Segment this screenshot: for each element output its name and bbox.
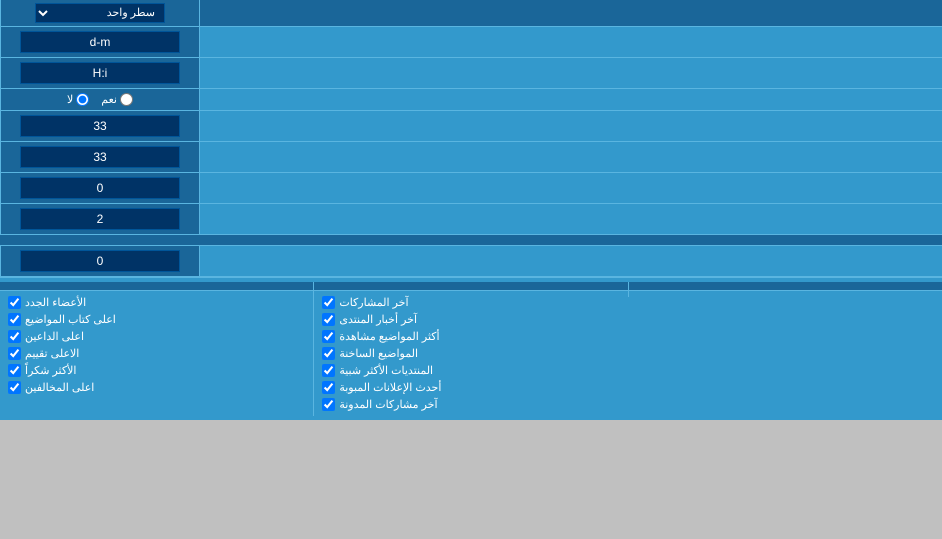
- bottom-content-row: آخر المشاركات آخر أخبار المنتدى أكثر الموا…: [0, 291, 942, 416]
- cell-spacing-input-cell: [0, 204, 200, 234]
- radio-yes[interactable]: [120, 93, 133, 106]
- cell-spacing-label: [200, 204, 942, 234]
- username-limit-row: [0, 173, 942, 204]
- list-item[interactable]: اعلى كتاب المواضيع: [8, 311, 305, 328]
- topic-limit-row: [0, 111, 942, 142]
- topic-limit-input[interactable]: [20, 115, 180, 137]
- list-item[interactable]: المنتديات الأكثر شبية: [322, 362, 619, 379]
- list-item[interactable]: أكثر المواضيع مشاهدة: [322, 328, 619, 345]
- checkbox-label: آخر المشاركات: [339, 296, 408, 309]
- bold-remove-row: نعم لا: [0, 89, 942, 111]
- checkbox-label: اعلى الداعين: [25, 330, 84, 343]
- col1-header: [313, 282, 627, 290]
- date-format-input[interactable]: [20, 31, 180, 53]
- list-item[interactable]: الأكثر شكراً: [8, 362, 305, 379]
- forum-stats-col: آخر المشاركات آخر أخبار المنتدى أكثر الموا…: [313, 291, 627, 416]
- top-header-row: سطر واحد: [0, 0, 942, 27]
- username-limit-label: [200, 173, 942, 203]
- forum-limit-row: [0, 142, 942, 173]
- checkbox-label: المواضيع الساخنة: [339, 347, 418, 360]
- time-format-label: [200, 58, 942, 88]
- time-format-input[interactable]: [20, 62, 180, 84]
- cell-spacing-input[interactable]: [20, 208, 180, 230]
- checkbox[interactable]: [8, 313, 21, 326]
- topic-limit-label: [200, 111, 942, 141]
- bottom-header-row: [0, 282, 942, 291]
- checkbox-label: اعلى المخالفين: [25, 381, 94, 394]
- time-format-input-cell: [0, 58, 200, 88]
- checkbox-label: الاعلى تقييم: [25, 347, 79, 360]
- checkbox[interactable]: [322, 381, 335, 394]
- checkbox[interactable]: [8, 296, 21, 309]
- bottom-section: آخر المشاركات آخر أخبار المنتدى أكثر الموا…: [0, 277, 942, 420]
- checkbox[interactable]: [322, 347, 335, 360]
- forum-limit-input-cell: [0, 142, 200, 172]
- forum-limit-label: [200, 142, 942, 172]
- bottom-label-col: [628, 291, 942, 297]
- checkbox[interactable]: [8, 347, 21, 360]
- time-cut-row: [0, 246, 942, 277]
- checkbox[interactable]: [8, 330, 21, 343]
- checkbox-label: أحدث الإعلانات المبوبة: [339, 381, 441, 394]
- date-format-label: [200, 27, 942, 57]
- checkbox[interactable]: [322, 313, 335, 326]
- time-format-row: [0, 58, 942, 89]
- list-item[interactable]: أحدث الإعلانات المبوبة: [322, 379, 619, 396]
- list-item[interactable]: آخر المشاركات: [322, 294, 619, 311]
- topic-limit-input-cell: [0, 111, 200, 141]
- checkbox-label: الأعضاء الجدد: [25, 296, 86, 309]
- forum-limit-input[interactable]: [20, 146, 180, 168]
- bold-remove-radio-cell: نعم لا: [0, 89, 200, 110]
- radio-yes-label[interactable]: نعم: [101, 93, 133, 106]
- username-limit-input[interactable]: [20, 177, 180, 199]
- main-container: سطر واحد: [0, 0, 942, 420]
- date-format-row: [0, 27, 942, 58]
- list-item[interactable]: المواضيع الساخنة: [322, 345, 619, 362]
- list-item[interactable]: الاعلى تقييم: [8, 345, 305, 362]
- time-cut-label: [200, 246, 942, 276]
- checkbox[interactable]: [322, 398, 335, 411]
- bold-remove-label: [200, 89, 942, 110]
- list-item[interactable]: آخر مشاركات المدونة: [322, 396, 619, 413]
- radio-no-label[interactable]: لا: [67, 93, 89, 106]
- checkbox[interactable]: [322, 296, 335, 309]
- time-cut-header: [0, 235, 942, 246]
- username-limit-input-cell: [0, 173, 200, 203]
- checkbox[interactable]: [8, 364, 21, 377]
- col2-header: [0, 282, 313, 290]
- date-format-input-cell: [0, 27, 200, 57]
- page-title: [200, 0, 942, 26]
- cell-spacing-row: [0, 204, 942, 235]
- checkbox-label: المنتديات الأكثر شبية: [339, 364, 433, 377]
- display-select-cell: سطر واحد: [0, 0, 200, 26]
- checkbox-label: أكثر المواضيع مشاهدة: [339, 330, 439, 343]
- checkbox-label: الأكثر شكراً: [25, 364, 76, 377]
- list-item[interactable]: اعلى الداعين: [8, 328, 305, 345]
- checkbox-label: آخر أخبار المنتدى: [339, 313, 417, 326]
- time-cut-input[interactable]: [20, 250, 180, 272]
- radio-no[interactable]: [76, 93, 89, 106]
- limit-label-cell: [628, 282, 942, 290]
- checkbox-label: اعلى كتاب المواضيع: [25, 313, 116, 326]
- checkbox-label: آخر مشاركات المدونة: [339, 398, 437, 411]
- member-stats-col: الأعضاء الجدد اعلى كتاب المواضيع اعلى الدا…: [0, 291, 313, 399]
- display-dropdown[interactable]: سطر واحد: [35, 3, 165, 23]
- checkbox[interactable]: [322, 330, 335, 343]
- list-item[interactable]: اعلى المخالفين: [8, 379, 305, 396]
- checkbox[interactable]: [8, 381, 21, 394]
- time-cut-input-cell: [0, 246, 200, 276]
- list-item[interactable]: آخر أخبار المنتدى: [322, 311, 619, 328]
- list-item[interactable]: الأعضاء الجدد: [8, 294, 305, 311]
- checkbox[interactable]: [322, 364, 335, 377]
